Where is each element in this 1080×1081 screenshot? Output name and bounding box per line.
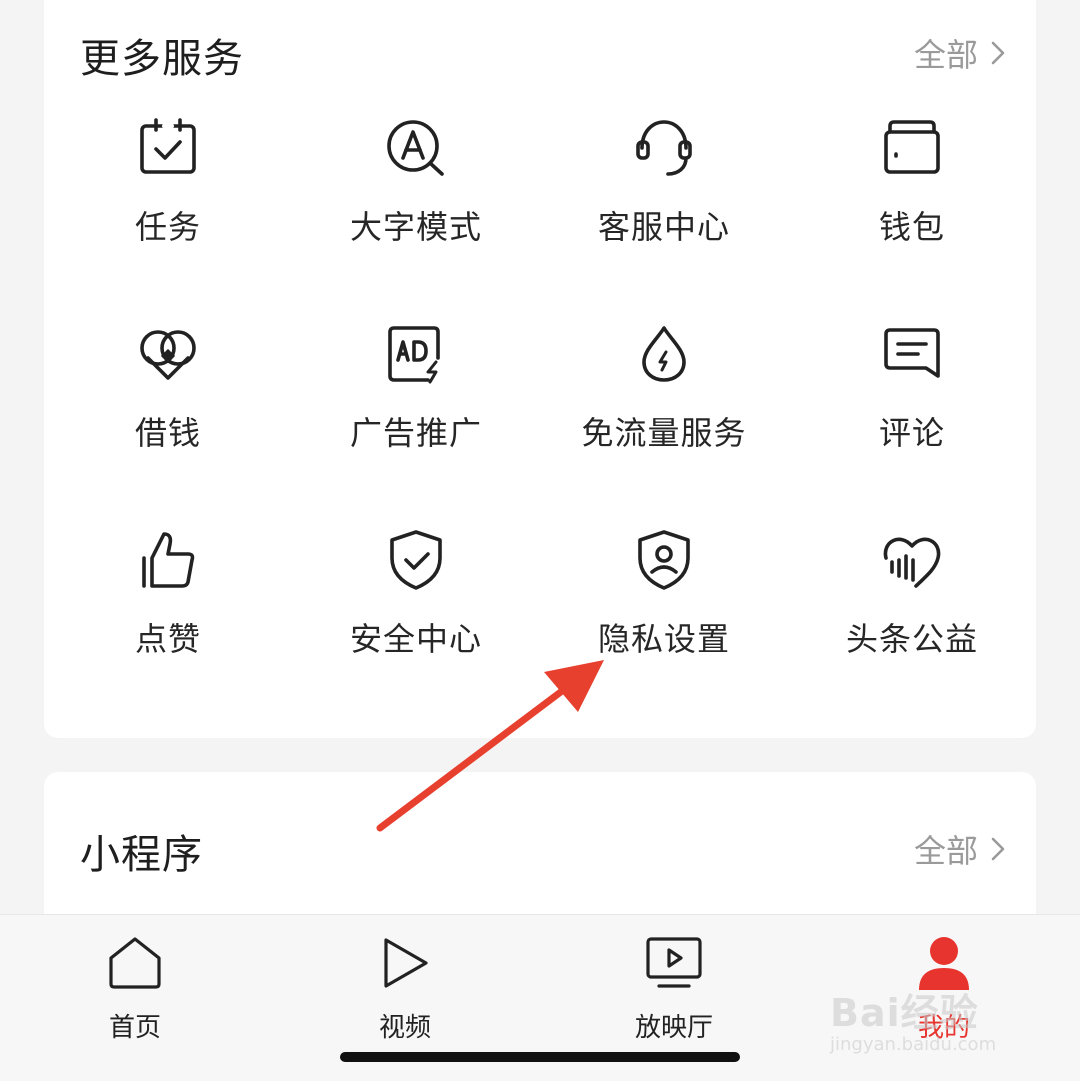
service-label: 客服中心 (597, 208, 730, 246)
service-large-font[interactable]: 大字模式 (292, 110, 540, 316)
large-font-icon (384, 116, 448, 180)
tab-video[interactable]: 视频 (345, 933, 465, 1044)
service-security-center[interactable]: 安全中心 (292, 522, 540, 728)
ad-icon (384, 322, 448, 386)
service-like[interactable]: 点赞 (44, 522, 292, 728)
headset-icon (632, 116, 696, 180)
service-privacy-settings[interactable]: 隐私设置 (540, 522, 788, 728)
service-label: 借钱 (134, 414, 201, 452)
shield-check-icon (384, 528, 448, 592)
mini-programs-all-label: 全部 (913, 832, 978, 870)
service-label: 钱包 (878, 208, 945, 246)
service-comment[interactable]: 评论 (788, 316, 1036, 522)
loan-icon (136, 322, 200, 386)
service-customer-service[interactable]: 客服中心 (540, 110, 788, 316)
charity-heart-icon (880, 528, 944, 592)
service-ad-promotion[interactable]: 广告推广 (292, 316, 540, 522)
play-icon (375, 933, 435, 993)
comment-icon (880, 322, 944, 386)
tab-label: 放映厅 (634, 1013, 713, 1043)
service-charity[interactable]: 头条公益 (788, 522, 1036, 728)
privacy-shield-icon (632, 528, 696, 592)
tab-label: 视频 (378, 1013, 431, 1043)
service-label: 评论 (878, 414, 945, 452)
wallet-icon (880, 116, 944, 180)
tab-home[interactable]: 首页 (75, 933, 195, 1044)
service-task[interactable]: 任务 (44, 110, 292, 316)
tab-me[interactable]: 我的 (884, 933, 1004, 1044)
service-label: 头条公益 (845, 620, 978, 658)
data-drop-icon (632, 322, 696, 386)
service-label: 隐私设置 (597, 620, 730, 658)
tv-icon (644, 933, 704, 993)
home-icon (105, 933, 165, 993)
service-loan[interactable]: 借钱 (44, 316, 292, 522)
tab-label: 我的 (917, 1013, 970, 1043)
service-wallet[interactable]: 钱包 (788, 110, 1036, 316)
service-label: 任务 (134, 208, 201, 246)
profile-icon (914, 933, 974, 993)
tab-label: 首页 (108, 1013, 161, 1043)
mini-programs-all-link[interactable]: 全部 (914, 826, 1006, 872)
service-label: 免流量服务 (581, 414, 747, 452)
more-services-card: 更多服务 全部 任务 大字模式 客服中心 钱包 借钱 广告推广 免流量服务 评论… (44, 0, 1036, 738)
more-services-all-link[interactable]: 全部 (914, 30, 1006, 76)
task-calendar-icon (136, 116, 200, 180)
service-label: 大字模式 (349, 208, 482, 246)
service-free-data[interactable]: 免流量服务 (540, 316, 788, 522)
chevron-right-icon (990, 835, 1006, 863)
thumbs-up-icon (136, 528, 200, 592)
service-label: 点赞 (134, 620, 201, 658)
more-services-title: 更多服务 (80, 36, 244, 82)
service-label: 广告推广 (349, 414, 482, 452)
tab-theater[interactable]: 放映厅 (614, 933, 734, 1044)
more-services-all-label: 全部 (913, 36, 978, 74)
services-grid: 任务 大字模式 客服中心 钱包 借钱 广告推广 免流量服务 评论 点赞 安全中心… (44, 110, 1036, 728)
chevron-right-icon (990, 39, 1006, 67)
service-label: 安全中心 (349, 620, 482, 658)
home-indicator (340, 1052, 740, 1062)
mini-programs-title: 小程序 (80, 832, 203, 878)
